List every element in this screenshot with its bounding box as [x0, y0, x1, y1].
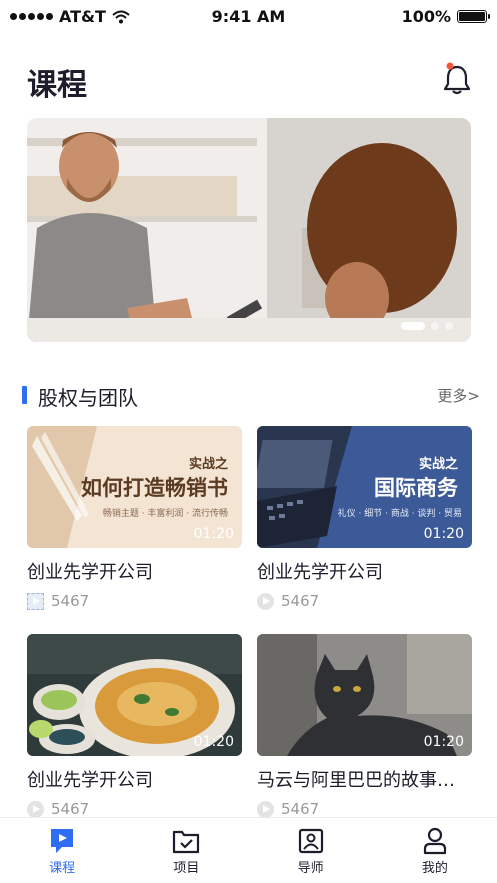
course-thumbnail[interactable]: 实战之 国际商务 礼仪 · 细节 · 商战 · 谈判 · 贸易 01:20	[257, 426, 472, 548]
view-count: 5467	[27, 592, 242, 610]
view-count-value: 5467	[281, 800, 320, 818]
battery-icon	[457, 10, 490, 23]
view-count: 5467	[257, 800, 472, 818]
tab-course[interactable]: 课程	[0, 818, 124, 883]
course-card[interactable]: 实战之 如何打造畅销书 畅销主题 · 丰富利润 · 流行传畅 01:20 创业先…	[27, 426, 242, 610]
course-card[interactable]: 实战之 国际商务 礼仪 · 细节 · 商战 · 谈判 · 贸易 01:20 创业…	[257, 426, 472, 610]
banner-carousel[interactable]	[27, 118, 471, 342]
course-thumbnail[interactable]: 实战之 如何打造畅销书 畅销主题 · 丰富利润 · 流行传畅 01:20	[27, 426, 242, 548]
video-duration: 01:20	[423, 734, 464, 750]
notification-bell-icon[interactable]	[442, 62, 472, 96]
course-thumbnail[interactable]: 01:20	[257, 634, 472, 756]
view-count: 5467	[257, 592, 472, 610]
course-title[interactable]: 创业先学开公司	[27, 766, 242, 792]
banner-image	[27, 118, 471, 342]
course-card[interactable]: 01:20 创业先学开公司 5467	[27, 634, 242, 818]
profile-icon	[423, 827, 446, 855]
tab-label: 课程	[49, 861, 76, 876]
view-count: 5467	[27, 800, 242, 818]
video-duration: 01:20	[193, 734, 234, 750]
play-icon	[257, 592, 274, 610]
video-duration: 01:20	[193, 526, 234, 542]
project-icon	[173, 830, 200, 854]
more-link[interactable]: 更多>	[437, 385, 480, 406]
course-title[interactable]: 创业先学开公司	[27, 558, 242, 584]
carousel-indicator[interactable]	[401, 322, 453, 330]
play-icon	[27, 800, 44, 818]
play-icon	[257, 800, 274, 818]
page-title: 课程	[27, 68, 87, 103]
view-count-value: 5467	[51, 592, 90, 610]
status-bar: AT&T 9:41 AM 100%	[0, 0, 497, 34]
battery-status: 100%	[401, 7, 490, 26]
view-count-value: 5467	[281, 592, 320, 610]
thumb-headline: 国际商务	[374, 476, 458, 500]
tab-label: 我的	[421, 861, 448, 876]
thumb-headline: 如何打造畅销书	[81, 476, 228, 500]
section-header: 股权与团队 更多>	[22, 382, 480, 410]
thumb-subtitle: 实战之	[418, 457, 458, 472]
carousel-dot[interactable]	[431, 322, 439, 330]
mentor-icon	[298, 828, 323, 854]
tab-project[interactable]: 项目	[124, 818, 248, 883]
thumb-tagline: 礼仪 · 细节 · 商战 · 谈判 · 贸易	[337, 509, 462, 519]
tab-label: 项目	[173, 861, 200, 876]
carousel-dot-active[interactable]	[401, 322, 425, 330]
course-title[interactable]: 创业先学开公司	[257, 558, 472, 584]
course-title[interactable]: 马云与阿里巴巴的故事吼...	[257, 766, 472, 792]
course-icon	[51, 829, 74, 853]
section-title: 股权与团队	[38, 386, 138, 410]
tab-mentor[interactable]: 导师	[249, 818, 373, 883]
course-thumbnail[interactable]: 01:20	[27, 634, 242, 756]
tab-label: 导师	[297, 861, 324, 876]
tab-profile[interactable]: 我的	[373, 818, 497, 883]
view-count-value: 5467	[51, 800, 90, 818]
section-accent-bar	[22, 386, 27, 404]
bottom-tab-bar: 课程 项目 导师 我的	[0, 817, 497, 883]
course-card[interactable]: 01:20 马云与阿里巴巴的故事吼... 5467	[257, 634, 472, 818]
carousel-dot[interactable]	[445, 322, 453, 330]
thumb-tagline: 畅销主题 · 丰富利润 · 流行传畅	[102, 509, 228, 519]
thumb-subtitle: 实战之	[188, 457, 228, 472]
play-icon	[27, 592, 44, 610]
video-duration: 01:20	[423, 526, 464, 542]
battery-percent: 100%	[401, 7, 451, 26]
